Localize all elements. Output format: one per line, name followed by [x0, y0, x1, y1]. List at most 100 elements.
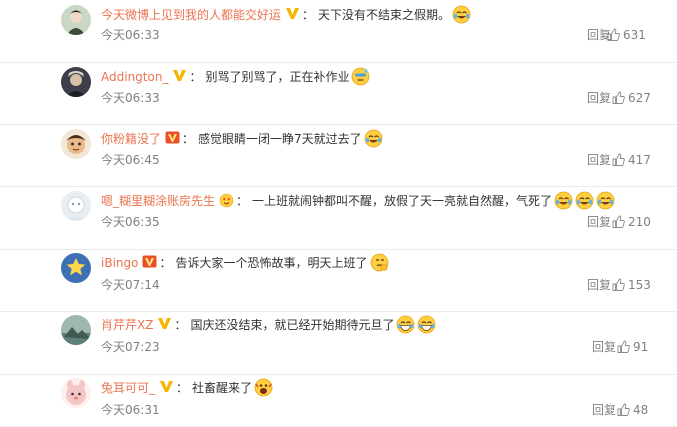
comment-text: 天下没有不结束之假期。 — [318, 8, 451, 22]
grin-emoji-icon — [417, 315, 436, 334]
username-link[interactable]: 今天微博上见到我的人都能交好运 — [101, 8, 281, 22]
laugh-cry-emoji-icon — [554, 191, 573, 210]
like-button[interactable]: 153 — [605, 277, 651, 293]
timestamp: 今天06:45 — [101, 153, 160, 167]
comment-line: 兔耳可可_ ：社畜醒来了 — [101, 378, 273, 397]
divider — [600, 28, 601, 40]
username-link[interactable]: 兔耳可可_ — [101, 381, 155, 395]
comment-item: 你粉籍没了：感觉眼睛一闭一睁7天就过去了 今天06:45 回复 417 — [0, 125, 677, 187]
divider — [605, 278, 606, 290]
like-button[interactable]: 627 — [605, 90, 651, 106]
colon-text: ： — [236, 194, 249, 208]
username-link[interactable]: 嗯_糊里糊涂账房先生 — [101, 194, 215, 208]
comment-line: 嗯_糊里糊涂账房先生 ：一上班就闹钟都叫不醒，放假了天一亮就自然醒，气死了 — [101, 191, 615, 210]
sweat-emoji-icon — [351, 67, 370, 86]
badge-icon[interactable] — [172, 69, 187, 82]
laugh-cry-emoji-icon — [596, 191, 615, 210]
divider — [605, 91, 606, 103]
like-count: 91 — [633, 340, 649, 354]
badge-icon[interactable] — [159, 380, 174, 393]
comment-item: Addington_：别骂了别骂了，正在补作业 今天06:33 回复 627 — [0, 63, 677, 125]
comment-line: 你粉籍没了 ：感觉眼睛一闭一睁7天就过去了 — [101, 129, 383, 148]
like-button[interactable]: 91 — [610, 339, 648, 355]
divider — [605, 153, 606, 165]
like-button[interactable]: 210 — [605, 214, 651, 230]
like-count: 48 — [633, 403, 649, 417]
comment-text: 告诉大家一个恐怖故事，明天上班了 — [175, 256, 368, 270]
divider — [610, 403, 611, 415]
emoji-group — [368, 253, 389, 272]
thumbs-up-icon — [612, 278, 628, 292]
emoji-group — [349, 67, 370, 86]
thumbs-up-icon — [607, 28, 623, 42]
comment-text: 一上班就闹钟都叫不醒，放假了天一亮就自然醒，气死了 — [252, 194, 553, 208]
comment-line: 肖芹芹XZ ：国庆还没结束，就已经开始期待元旦了 — [101, 315, 436, 334]
avatar[interactable] — [61, 129, 91, 159]
comment-item: 今天微博上见到我的人都能交好运：天下没有不结束之假期。 今天06:33 回复 6… — [0, 0, 677, 63]
thumbs-up-icon — [617, 403, 633, 417]
emoji-group — [450, 5, 471, 24]
like-button[interactable]: 417 — [605, 152, 651, 168]
colon-text: ： — [189, 70, 202, 84]
thumbs-up-icon — [612, 215, 628, 229]
like-count: 631 — [623, 28, 646, 42]
username-link[interactable]: Addington_ — [101, 70, 168, 84]
comment-item: 肖芹芹XZ：国庆还没结束，就已经开始期待元旦了 今天07:23 回复 91 — [0, 312, 677, 375]
laugh-cry-emoji-icon — [575, 191, 594, 210]
timestamp: 今天06:35 — [101, 215, 160, 229]
avatar[interactable] — [61, 5, 91, 35]
comment-line: 今天微博上见到我的人都能交好运 ：天下没有不结束之假期。 — [101, 5, 471, 24]
comment-item: 兔耳可可_：社畜醒来了 今天06:31 回复 48 — [0, 375, 677, 427]
colon-text: ： — [174, 318, 187, 332]
timestamp: 今天07:14 — [101, 278, 160, 292]
comment-item: iBingo：告诉大家一个恐怖故事，明天上班了 今天07:14 回复 153 — [0, 250, 677, 312]
username-link[interactable]: iBingo — [101, 256, 138, 270]
thumbs-up-icon — [612, 91, 628, 105]
laugh-cry-emoji-icon — [452, 5, 471, 24]
avatar[interactable] — [61, 67, 91, 97]
colon-text: ： — [159, 256, 172, 270]
badge-icon[interactable] — [219, 193, 234, 208]
username-link[interactable]: 你粉籍没了 — [101, 132, 161, 146]
like-button[interactable]: 631 — [600, 27, 646, 43]
timestamp: 今天06:33 — [101, 91, 160, 105]
comment-item: 嗯_糊里糊涂账房先生 ：一上班就闹钟都叫不醒，放假了天一亮就自然醒，气死了 今天0… — [0, 187, 677, 250]
timestamp: 今天06:31 — [101, 403, 160, 417]
avatar[interactable] — [61, 378, 91, 408]
thumbs-up-icon — [612, 153, 628, 167]
comment-list: 今天微博上见到我的人都能交好运：天下没有不结束之假期。 今天06:33 回复 6… — [0, 0, 677, 427]
badge-icon[interactable] — [285, 7, 300, 20]
like-count: 627 — [628, 91, 651, 105]
timestamp: 今天07:23 — [101, 340, 160, 354]
grin-emoji-icon — [396, 315, 415, 334]
comment-text: 别骂了别骂了，正在补作业 — [205, 70, 350, 84]
avatar[interactable] — [61, 191, 91, 221]
username-link[interactable]: 肖芹芹XZ — [101, 318, 153, 332]
divider — [605, 215, 606, 227]
avatar[interactable] — [61, 253, 91, 283]
emoji-group — [362, 129, 383, 148]
like-count: 417 — [628, 153, 651, 167]
badge-icon[interactable] — [142, 255, 157, 268]
badge-icon[interactable] — [165, 131, 180, 144]
emoji-group — [394, 315, 436, 334]
emoji-group — [252, 378, 273, 397]
like-button[interactable]: 48 — [610, 402, 648, 418]
like-count: 153 — [628, 278, 651, 292]
colon-text: ： — [176, 381, 189, 395]
think-emoji-icon — [370, 253, 389, 272]
timestamp: 今天06:33 — [101, 28, 160, 42]
comment-text: 社畜醒来了 — [192, 381, 253, 395]
comment-line: Addington_ ：别骂了别骂了，正在补作业 — [101, 67, 370, 86]
comment-text: 国庆还没结束，就已经开始期待元旦了 — [190, 318, 395, 332]
comment-line: iBingo ：告诉大家一个恐怖故事，明天上班了 — [101, 253, 389, 272]
avatar[interactable] — [61, 315, 91, 345]
emoji-group — [552, 191, 615, 210]
colon-text: ： — [302, 8, 315, 22]
scream-emoji-icon — [254, 378, 273, 397]
comment-text: 感觉眼睛一闭一睁7天就过去了 — [198, 132, 362, 146]
thumbs-up-icon — [617, 340, 633, 354]
badge-icon[interactable] — [157, 317, 172, 330]
laugh-cry-emoji-icon — [364, 129, 383, 148]
colon-text: ： — [182, 132, 195, 146]
